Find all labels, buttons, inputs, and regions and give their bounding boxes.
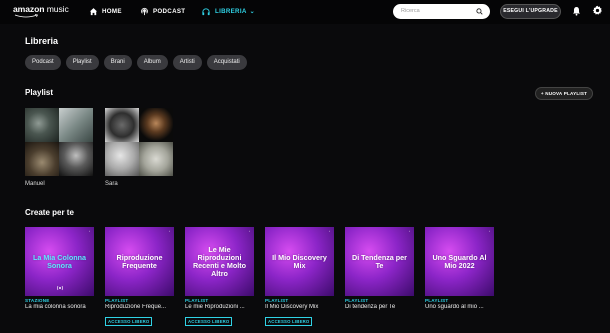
nav-home[interactable]: HOME	[89, 5, 122, 17]
card-artwork[interactable]: ♪ Le Mie Riproduzioni Recenti e Molto Al…	[185, 227, 254, 296]
created-for-you-title: Create per te	[25, 208, 74, 217]
card-art-title: Riproduzione Frequente	[116, 252, 163, 270]
created-card[interactable]: ♪ Uno Sguardo Al Mio 2022 PLAYLIST Uno s…	[425, 227, 494, 310]
chip-podcast[interactable]: Podcast	[25, 55, 61, 70]
card-name: Uno sguardo al mio ...	[425, 304, 484, 310]
free-access-badge: ACCESSO LIBERO	[265, 317, 313, 326]
nav-library[interactable]: LIBRERIA ⌄	[201, 5, 255, 17]
created-card[interactable]: ♪ Le Mie Riproduzioni Recenti e Molto Al…	[185, 227, 254, 328]
top-bar: amazon music HOME PODCAST LIBRERIA ⌄ Ric…	[0, 0, 610, 24]
amazon-music-tag: ♪	[408, 230, 410, 233]
logo-music-text: music	[46, 4, 69, 14]
home-icon	[89, 7, 98, 15]
search-input[interactable]: Ricerca	[393, 4, 490, 19]
amazon-music-tag: ♪	[168, 230, 170, 233]
card-name: Il Mio Discovery Mix	[265, 304, 319, 310]
new-playlist-button[interactable]: + NUOVA PLAYLIST	[535, 87, 593, 100]
card-art-title: Il Mio Discovery Mix	[272, 252, 327, 270]
card-art-title: Le Mie Riproduzioni Recenti e Molto Altr…	[192, 244, 247, 278]
playlist-section-title: Playlist	[25, 88, 54, 97]
playlist-card[interactable]: Sara	[105, 108, 173, 187]
upgrade-button[interactable]: ESEGUI L'UPGRADE	[500, 4, 561, 19]
card-type: PLAYLIST	[265, 298, 289, 303]
card-type: PLAYLIST	[185, 298, 209, 303]
search-icon[interactable]	[476, 8, 483, 15]
card-type: PLAYLIST	[425, 298, 449, 303]
created-card[interactable]: ♪ Di Tendenza per Te PLAYLIST Di tendenz…	[345, 227, 414, 310]
card-name: Riproduzione Freque...	[105, 304, 167, 310]
created-card[interactable]: ♪ La Mia Colonna Sonora STAZIONE La mia …	[25, 227, 94, 310]
chip-brani[interactable]: Brani	[103, 55, 132, 70]
amazon-music-tag: ♪	[88, 230, 90, 233]
library-title: Libreria	[25, 36, 59, 46]
amazon-music-tag: ♪	[248, 230, 250, 233]
playlist-name: Manuel	[25, 181, 45, 187]
podcast-icon	[141, 7, 148, 15]
logo-amazon-text: amazon	[13, 4, 45, 14]
playlist-name: Sara	[105, 181, 118, 187]
gear-icon[interactable]	[592, 5, 603, 16]
card-name: La mia colonna sonora	[25, 304, 86, 310]
smile-logo-icon	[14, 14, 39, 18]
card-type: STAZIONE	[25, 298, 50, 303]
chevron-down-icon: ⌄	[249, 8, 255, 15]
nav-podcast-label: PODCAST	[153, 7, 186, 15]
headphones-icon	[202, 7, 210, 15]
card-artwork[interactable]: ♪ Riproduzione Frequente	[105, 227, 174, 296]
playlist-artwork[interactable]	[105, 108, 173, 176]
playlist-artwork[interactable]	[25, 108, 93, 176]
card-art-title: La Mia Colonna Sonora	[32, 252, 87, 270]
radio-station-icon	[56, 285, 63, 291]
amazon-music-tag: ♪	[488, 230, 490, 233]
card-artwork[interactable]: ♪ Di Tendenza per Te	[345, 227, 414, 296]
created-card[interactable]: ♪ Il Mio Discovery Mix PLAYLIST Il Mio D…	[265, 227, 334, 328]
created-card[interactable]: ♪ Riproduzione Frequente PLAYLIST Riprod…	[105, 227, 174, 328]
card-name: Di tendenza per Te	[345, 304, 396, 310]
bell-icon[interactable]	[572, 6, 581, 16]
free-access-badge: ACCESSO LIBERO	[185, 317, 233, 326]
card-art-title: Di Tendenza per Te	[352, 252, 407, 270]
nav-podcast[interactable]: PODCAST	[140, 5, 185, 17]
search-placeholder: Ricerca	[401, 8, 420, 14]
library-filter-chips: Podcast Playlist Brani Album Artisti Acq…	[25, 55, 247, 70]
playlist-card[interactable]: Manuel	[25, 108, 93, 187]
card-artwork[interactable]: ♪ Il Mio Discovery Mix	[265, 227, 334, 296]
amazon-music-logo[interactable]: amazon music	[13, 5, 69, 14]
chip-playlist[interactable]: Playlist	[65, 55, 99, 70]
amazon-music-tag: ♪	[328, 230, 330, 233]
free-access-badge: ACCESSO LIBERO	[105, 317, 153, 326]
card-name: Le mie Riproduzioni ...	[185, 304, 245, 310]
chip-album[interactable]: Album	[136, 55, 168, 70]
card-type: PLAYLIST	[105, 298, 129, 303]
card-artwork[interactable]: ♪ La Mia Colonna Sonora	[25, 227, 94, 296]
card-artwork[interactable]: ♪ Uno Sguardo Al Mio 2022	[425, 227, 494, 296]
chip-artisti[interactable]: Artisti	[172, 55, 202, 70]
chip-acquistati[interactable]: Acquistati	[206, 55, 247, 70]
card-type: PLAYLIST	[345, 298, 369, 303]
nav-home-label: HOME	[102, 7, 122, 15]
card-art-title: Uno Sguardo Al Mio 2022	[432, 252, 487, 270]
nav-library-label: LIBRERIA	[215, 7, 247, 15]
